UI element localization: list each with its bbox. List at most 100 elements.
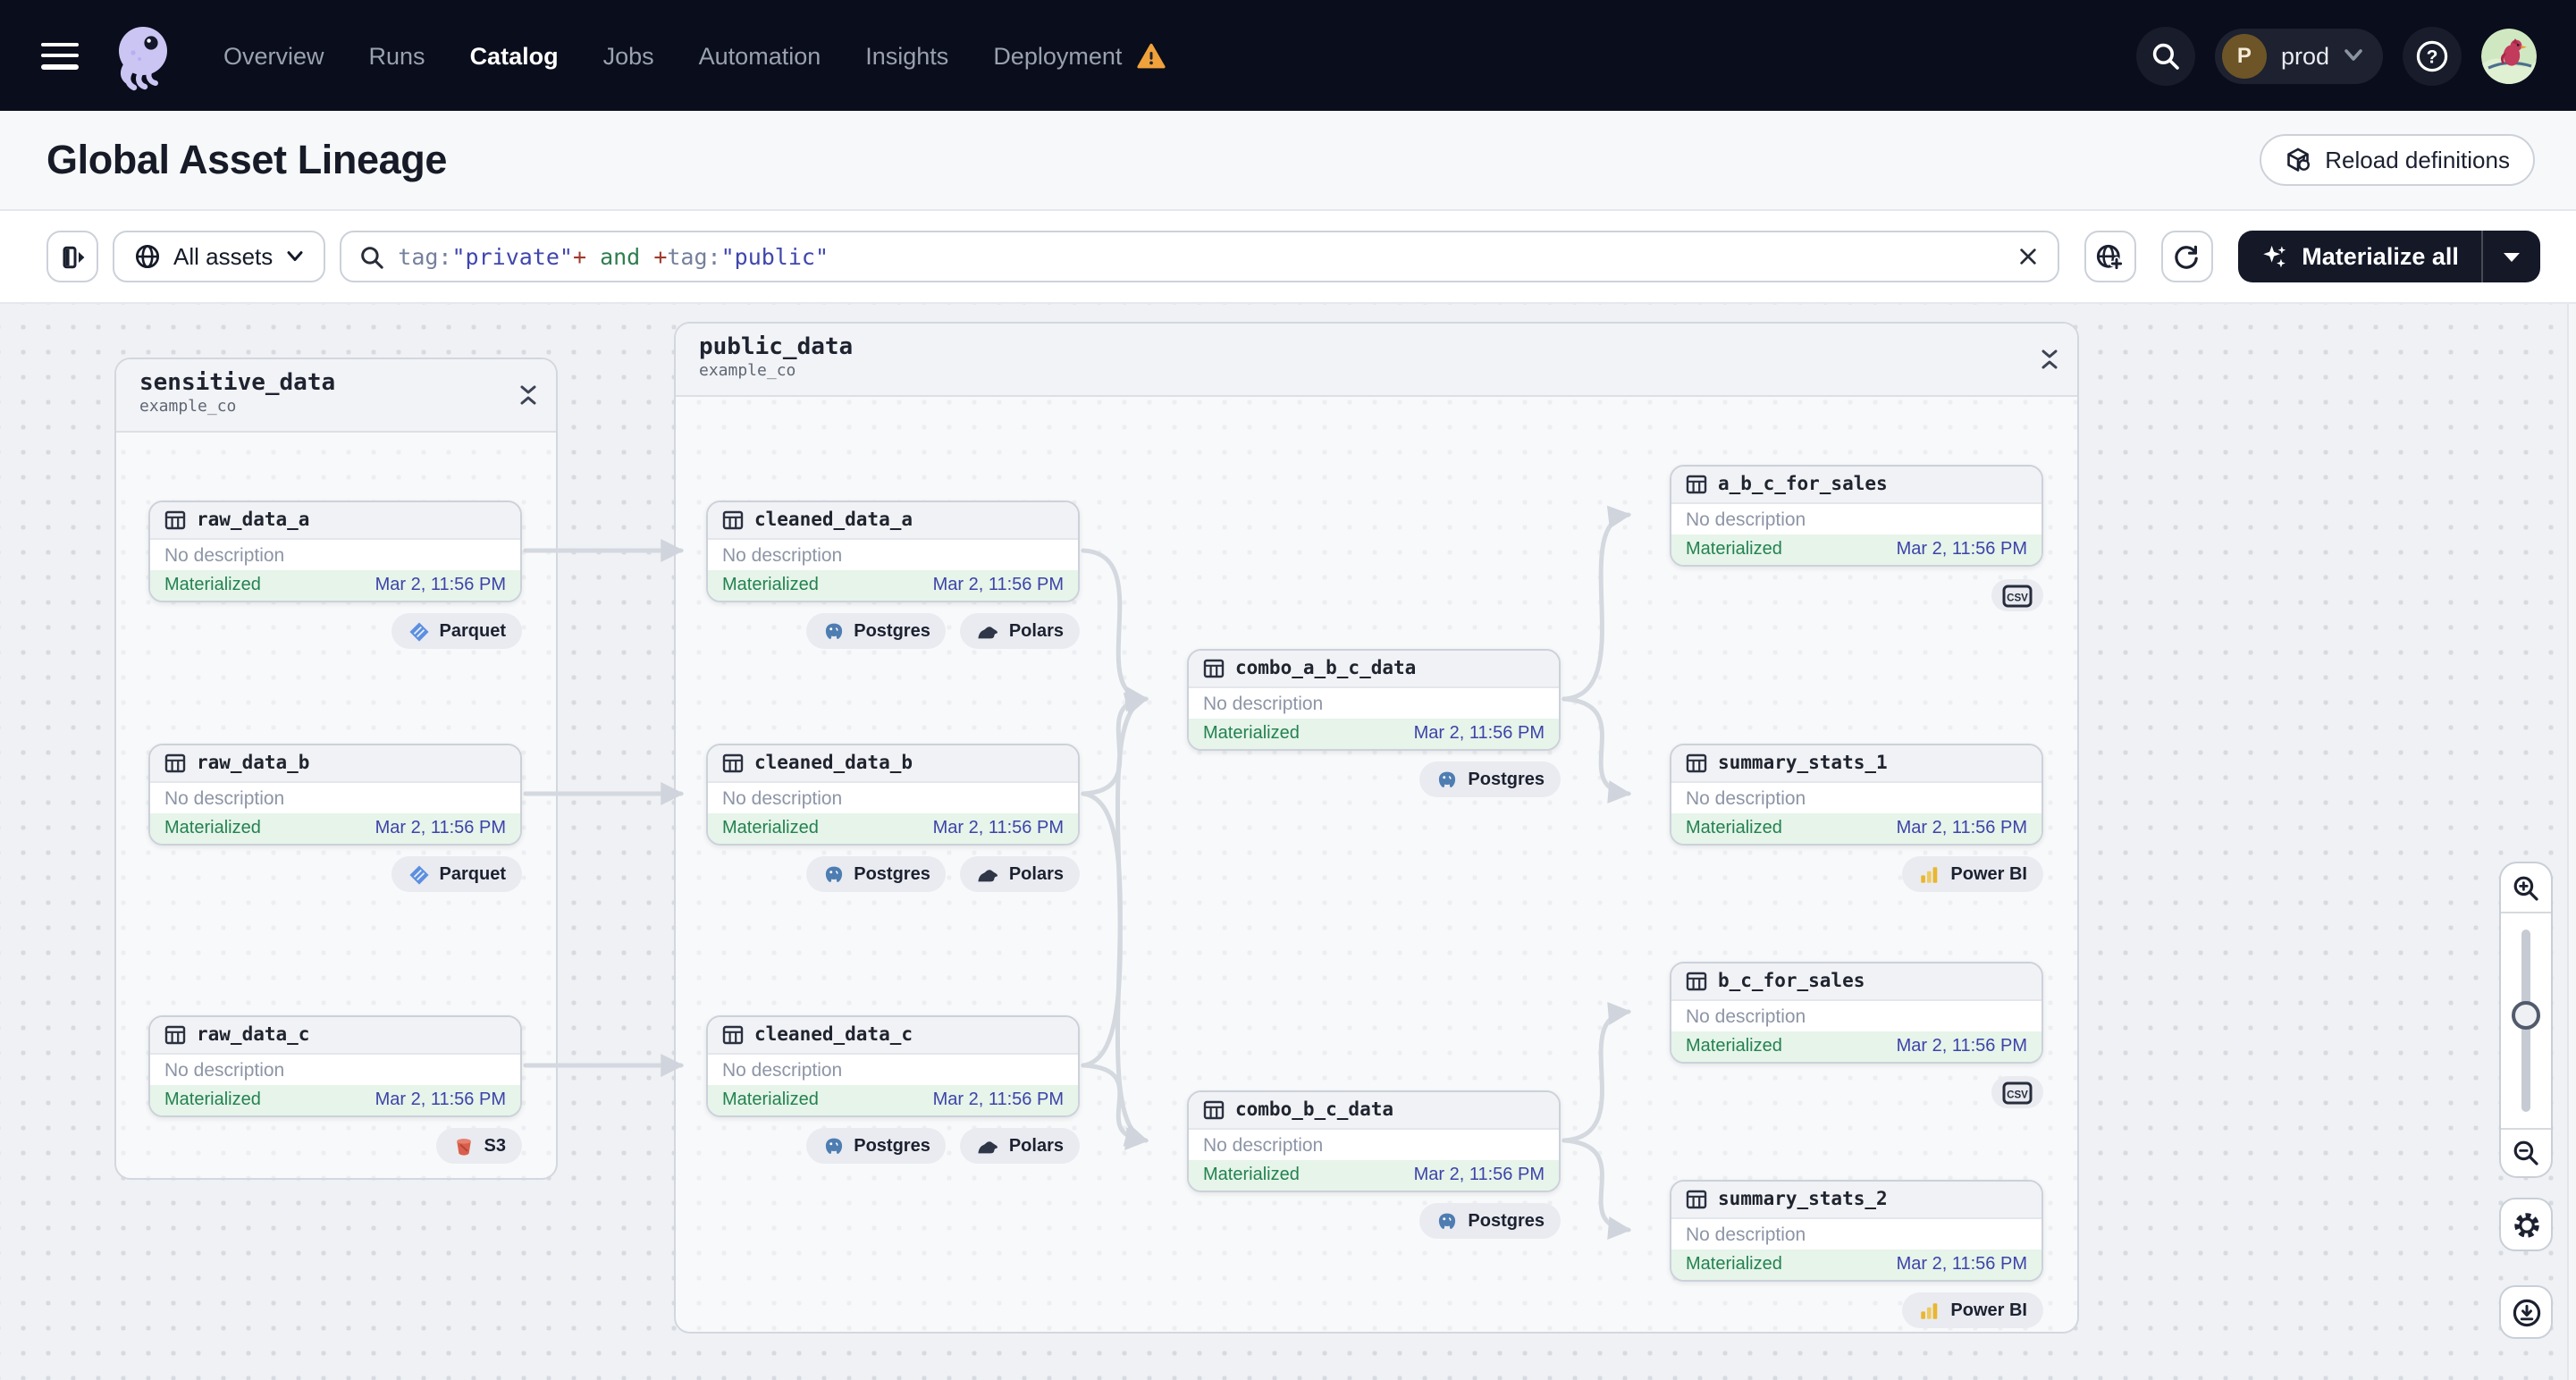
vertical-scrollbar[interactable] — [2567, 304, 2576, 1380]
nav-item-deployment[interactable]: Deployment — [993, 42, 1122, 69]
collapse-group-icon[interactable] — [2040, 347, 2059, 379]
polars-icon — [979, 626, 998, 638]
powerbi-icon — [1921, 1302, 1938, 1318]
asset-node-cleaned-data-c[interactable]: cleaned_data_c No description Materializ… — [706, 1015, 1080, 1117]
tag-pill-postgres[interactable]: Postgres — [805, 1128, 947, 1164]
asset-node-raw-data-b[interactable]: raw_data_b No description Materialized Ma… — [148, 744, 522, 846]
parquet-icon — [408, 621, 429, 641]
open-side-panel-button[interactable] — [46, 231, 98, 282]
asset-timestamp: Mar 2, 11:56 PM — [1413, 1165, 1545, 1185]
filter-query-text: tag: "private" + and + tag: "public" — [398, 243, 829, 270]
tag-label: Postgres — [854, 1136, 930, 1156]
zoom-out-button[interactable] — [2501, 1128, 2551, 1176]
user-avatar[interactable] — [2481, 28, 2537, 83]
asset-description: No description — [164, 544, 285, 566]
tag-pill-s3[interactable]: S3 — [435, 1128, 522, 1164]
asset-timestamp: Mar 2, 11:56 PM — [932, 576, 1064, 595]
tag-label: Postgres — [1468, 1211, 1545, 1231]
clear-filter-button[interactable] — [2016, 245, 2039, 268]
nav-item-insights[interactable]: Insights — [865, 42, 948, 69]
dagster-octopus-logo[interactable] — [107, 20, 179, 91]
top-nav: Overview Runs Catalog Jobs Automation In… — [0, 0, 2576, 111]
nav-item-runs[interactable]: Runs — [369, 42, 425, 69]
postgres-icon — [1439, 1212, 1456, 1228]
menu-icon[interactable] — [41, 42, 79, 69]
tag-pill-postgres[interactable]: Postgres — [805, 613, 947, 649]
nav-item-overview[interactable]: Overview — [223, 42, 324, 69]
asset-node-cleaned-data-a[interactable]: cleaned_data_a No description Materializ… — [706, 501, 1080, 602]
asset-node-combo-b-c-data[interactable]: combo_b_c_data No description Materializ… — [1187, 1090, 1561, 1192]
asset-node-combo-a-b-c-data[interactable]: combo_a_b_c_data No description Material… — [1187, 649, 1561, 751]
lineage-canvas[interactable]: sensitive_data example_co public_data ex… — [0, 304, 2576, 1380]
chevron-down-icon — [286, 251, 302, 261]
asset-timestamp: Mar 2, 11:56 PM — [1896, 1255, 2027, 1275]
asset-scope-label: All assets — [173, 243, 274, 270]
tag-pill-csv[interactable]: CSV — [1991, 579, 2043, 611]
tag-pill-polars[interactable]: Polars — [960, 1128, 1080, 1164]
asset-scope-dropdown[interactable]: All assets — [113, 231, 325, 282]
download-image-button[interactable] — [2499, 1285, 2553, 1339]
asset-node-raw-data-a[interactable]: raw_data_a No description Materialized Ma… — [148, 501, 522, 602]
tag-pill-parquet[interactable]: Parquet — [391, 613, 522, 649]
tag-pill-powerbi[interactable]: Power BI — [1902, 1292, 2043, 1328]
tag-pill-postgres[interactable]: Postgres — [805, 856, 947, 892]
table-icon — [1686, 475, 1707, 494]
refresh-button[interactable] — [2160, 231, 2213, 282]
sparkle-icon — [2262, 245, 2286, 268]
asset-status: Materialized — [1203, 724, 1300, 744]
zoom-slider[interactable] — [2501, 913, 2551, 1128]
collapse-group-icon[interactable] — [518, 383, 538, 415]
help-button[interactable]: ? — [2403, 26, 2462, 85]
table-icon — [1686, 753, 1707, 773]
zoom-in-button[interactable] — [2501, 863, 2551, 913]
asset-name: raw_data_b — [197, 753, 310, 774]
asset-status: Materialized — [1203, 1165, 1300, 1185]
tag-pill-csv[interactable]: CSV — [1991, 1076, 2043, 1108]
powerbi-icon — [1921, 866, 1938, 882]
asset-node-cleaned-data-b[interactable]: cleaned_data_b No description Materializ… — [706, 744, 1080, 846]
asset-filter-input[interactable]: tag: "private" + and + tag: "public" — [339, 231, 2059, 282]
table-icon — [722, 1025, 744, 1045]
asset-status: Materialized — [164, 576, 261, 595]
tag-pill-polars[interactable]: Polars — [960, 613, 1080, 649]
zoom-slider-thumb[interactable] — [2512, 1001, 2540, 1030]
table-icon — [722, 753, 744, 773]
globe-icon — [135, 244, 160, 269]
asset-timestamp: Mar 2, 11:56 PM — [1896, 540, 2027, 560]
table-icon — [164, 753, 186, 773]
asset-description: No description — [1686, 787, 1806, 809]
panel-toggle-icon — [62, 245, 84, 268]
graph-settings-button[interactable] — [2499, 1198, 2553, 1251]
filter-to-group-button[interactable] — [2084, 231, 2136, 282]
search-button[interactable] — [2135, 26, 2195, 85]
nav-item-jobs[interactable]: Jobs — [603, 42, 654, 69]
deployment-switcher[interactable]: P prod — [2214, 28, 2383, 83]
asset-node-summary-stats-2[interactable]: summary_stats_2 No description Materiali… — [1670, 1180, 2043, 1282]
tag-pill-postgres[interactable]: Postgres — [1419, 762, 1561, 797]
tag-pill-polars[interactable]: Polars — [960, 856, 1080, 892]
deployment-name: prod — [2280, 42, 2329, 69]
asset-node-summary-stats-1[interactable]: summary_stats_1 No description Materiali… — [1670, 744, 2043, 846]
tag-pill-parquet[interactable]: Parquet — [391, 856, 522, 892]
nav-item-catalog[interactable]: Catalog — [470, 42, 559, 69]
tag-pill-postgres[interactable]: Postgres — [1419, 1203, 1561, 1239]
asset-name: a_b_c_for_sales — [1718, 474, 1888, 495]
tag-pill-powerbi[interactable]: Power BI — [1902, 856, 2043, 892]
asset-name: cleaned_data_c — [754, 1024, 913, 1046]
asset-node-b-c-for-sales[interactable]: b_c_for_sales No description Materialize… — [1670, 962, 2043, 1064]
tag-label: Power BI — [1950, 864, 2027, 884]
reload-definitions-button[interactable]: Reload definitions — [2259, 134, 2535, 186]
search-icon — [2152, 42, 2179, 69]
asset-status: Materialized — [1686, 1255, 1782, 1275]
page-title: Global Asset Lineage — [46, 137, 447, 181]
asset-node-a-b-c-for-sales[interactable]: a_b_c_for_sales No description Materiali… — [1670, 465, 2043, 567]
asset-name: cleaned_data_b — [754, 753, 913, 774]
materialize-all-button[interactable]: Materialize all — [2237, 231, 2482, 282]
polars-icon — [979, 1140, 998, 1153]
nav-item-automation[interactable]: Automation — [699, 42, 821, 69]
zoom-in-icon — [2513, 875, 2538, 900]
materialize-options-button[interactable] — [2481, 231, 2541, 282]
asset-name: combo_b_c_data — [1235, 1099, 1394, 1121]
materialize-all-split-button: Materialize all — [2237, 231, 2541, 282]
asset-node-raw-data-c[interactable]: raw_data_c No description Materialized Ma… — [148, 1015, 522, 1117]
